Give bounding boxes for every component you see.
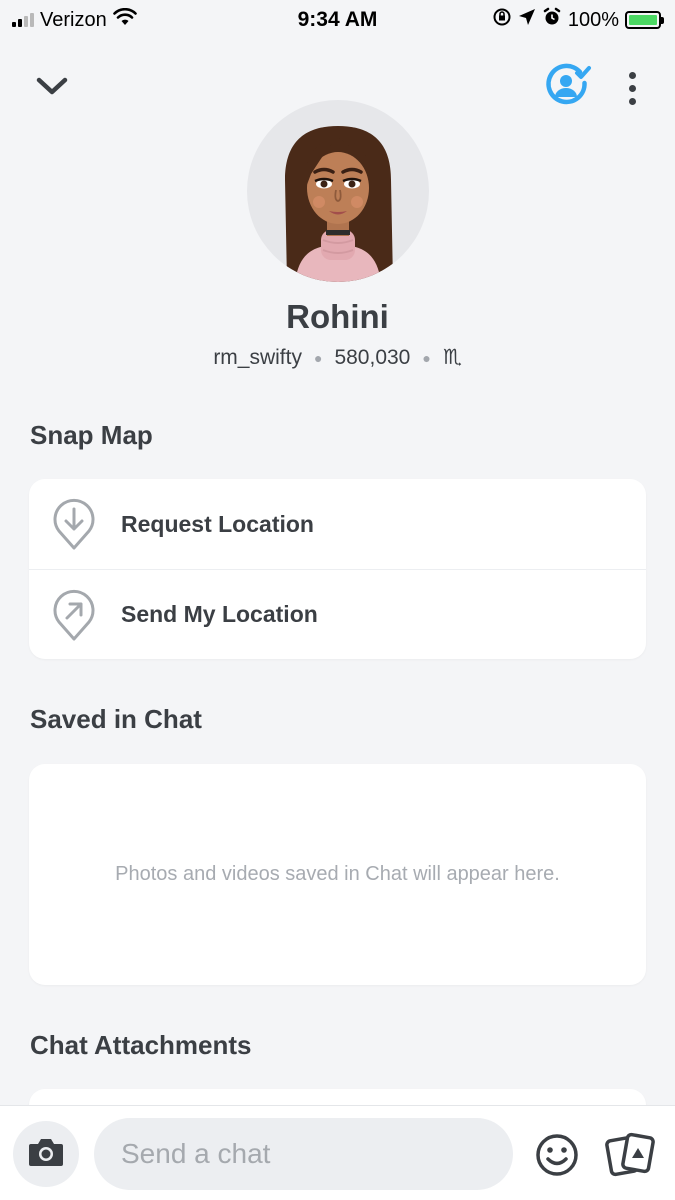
request-location-button[interactable]: Request Location: [29, 479, 646, 569]
zodiac-sign[interactable]: ♏: [443, 345, 462, 370]
camera-icon: [27, 1136, 65, 1173]
camera-button[interactable]: [13, 1121, 79, 1187]
carrier-label: Verizon: [40, 8, 107, 31]
signal-icon: [12, 13, 34, 27]
wifi-icon: [112, 7, 137, 32]
cards-icon: [604, 1132, 658, 1183]
profile-meta: rm_swifty ● 580,030 ● ♏: [0, 345, 675, 370]
status-bar: Verizon 9:34 AM 100%: [0, 0, 675, 40]
snap-map-card: Request Location Send My Location: [29, 479, 646, 659]
request-location-icon: [51, 497, 97, 551]
battery-percent: 100%: [567, 8, 619, 31]
saved-in-chat-empty-text: Photos and videos saved in Chat will app…: [115, 863, 560, 885]
alarm-icon: [542, 7, 562, 33]
saved-in-chat-title: Saved in Chat: [30, 704, 202, 734]
friend-check-icon: [544, 63, 592, 112]
collapse-button[interactable]: [30, 68, 74, 108]
chat-attachments-title: Chat Attachments: [30, 1030, 252, 1060]
display-name: Rohini: [286, 298, 389, 335]
snap-map-title: Snap Map: [30, 420, 153, 450]
bitmoji-avatar[interactable]: [247, 100, 429, 282]
location-arrow-icon: [518, 8, 536, 32]
friend-check-button[interactable]: [540, 62, 596, 112]
chat-input[interactable]: [94, 1118, 513, 1190]
orientation-lock-icon: [492, 7, 512, 33]
emoji-icon: [533, 1134, 581, 1183]
avatar-illustration: [285, 126, 393, 282]
battery-icon: [625, 11, 664, 29]
separator-dot: ●: [313, 349, 323, 366]
status-left: Verizon: [12, 7, 137, 32]
saved-in-chat-card: Photos and videos saved in Chat will app…: [29, 764, 646, 985]
snap-score[interactable]: 580,030: [334, 346, 410, 370]
cards-button[interactable]: [604, 1131, 658, 1179]
request-location-label: Request Location: [121, 510, 314, 537]
username[interactable]: rm_swifty: [213, 346, 302, 370]
more-icon-dot: [628, 84, 636, 92]
status-right: 100%: [492, 7, 664, 33]
send-location-button[interactable]: Send My Location: [29, 569, 646, 659]
more-icon-dot: [628, 71, 636, 79]
chat-composer-bar: [0, 1105, 675, 1200]
more-icon-dot: [628, 97, 636, 105]
send-location-icon: [51, 588, 97, 642]
emoji-button[interactable]: [533, 1131, 581, 1179]
send-location-label: Send My Location: [121, 601, 318, 627]
separator-dot: ●: [422, 349, 431, 366]
more-options-button[interactable]: [612, 66, 652, 110]
chevron-down-icon: [35, 75, 69, 102]
